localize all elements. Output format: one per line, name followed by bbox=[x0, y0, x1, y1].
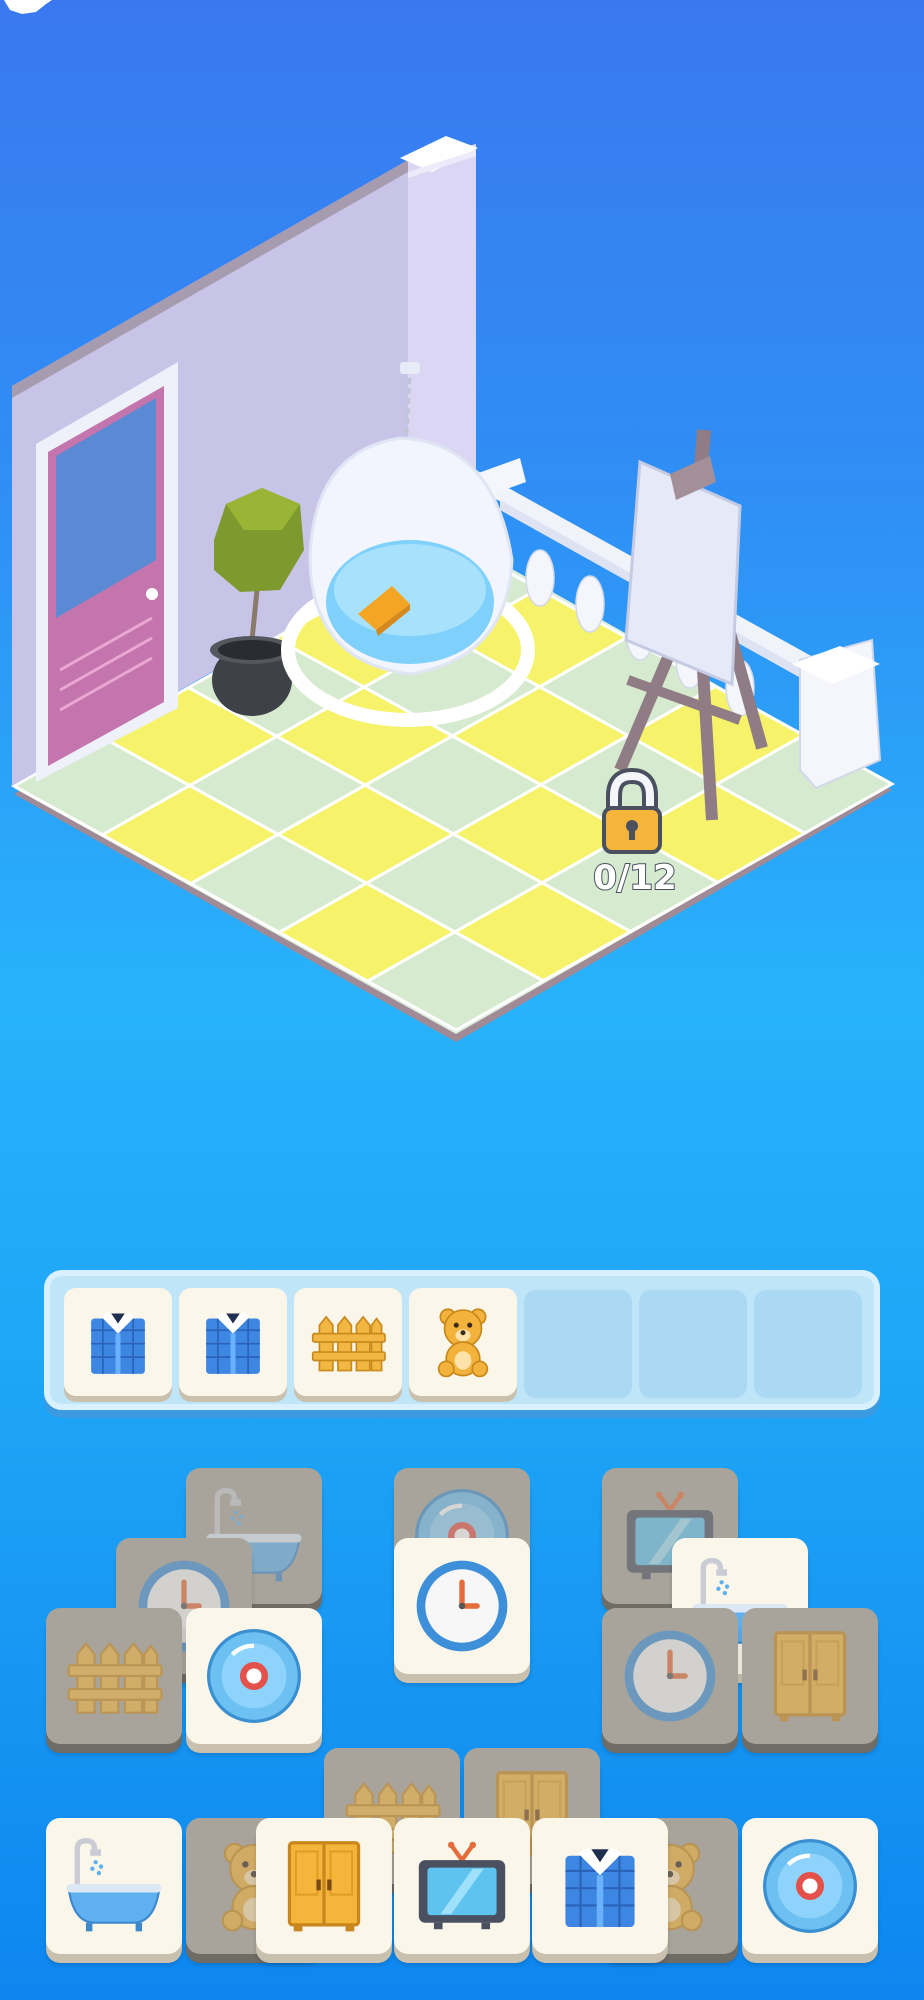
cd-icon bbox=[756, 1832, 864, 1940]
wardrobe-icon bbox=[756, 1622, 864, 1730]
clock-icon bbox=[616, 1622, 724, 1730]
board-tile[interactable] bbox=[46, 1818, 182, 1954]
tv-icon bbox=[408, 1832, 516, 1940]
tray-tile bbox=[409, 1288, 517, 1396]
wardrobe-icon bbox=[270, 1832, 378, 1940]
clock-icon bbox=[408, 1552, 516, 1660]
teddy-bear-icon bbox=[421, 1300, 505, 1384]
fence-icon bbox=[306, 1300, 390, 1384]
board-tile[interactable] bbox=[394, 1818, 530, 1954]
tray-slot bbox=[639, 1290, 747, 1398]
shirt-icon bbox=[76, 1300, 160, 1384]
tray-tile bbox=[179, 1288, 287, 1396]
board-tile bbox=[46, 1608, 182, 1744]
board-tile bbox=[742, 1608, 878, 1744]
board-tile[interactable] bbox=[742, 1818, 878, 1954]
tray-slot bbox=[524, 1290, 632, 1398]
board-tile[interactable] bbox=[532, 1818, 668, 1954]
bathtub-icon bbox=[60, 1832, 168, 1940]
fence-icon bbox=[60, 1622, 168, 1730]
shirt-icon bbox=[191, 1300, 275, 1384]
board-tile bbox=[602, 1608, 738, 1744]
tray-tile bbox=[64, 1288, 172, 1396]
shirt-icon bbox=[546, 1832, 654, 1940]
room-scene bbox=[10, 136, 896, 1042]
tray-slot bbox=[754, 1290, 862, 1398]
tray-tile bbox=[294, 1288, 402, 1396]
board-tile[interactable] bbox=[394, 1538, 530, 1674]
lock-progress-label: 0/12 bbox=[592, 857, 677, 899]
cd-icon bbox=[200, 1622, 308, 1730]
collection-tray bbox=[44, 1270, 880, 1410]
board-tile[interactable] bbox=[186, 1608, 322, 1744]
board-tile[interactable] bbox=[256, 1818, 392, 1954]
